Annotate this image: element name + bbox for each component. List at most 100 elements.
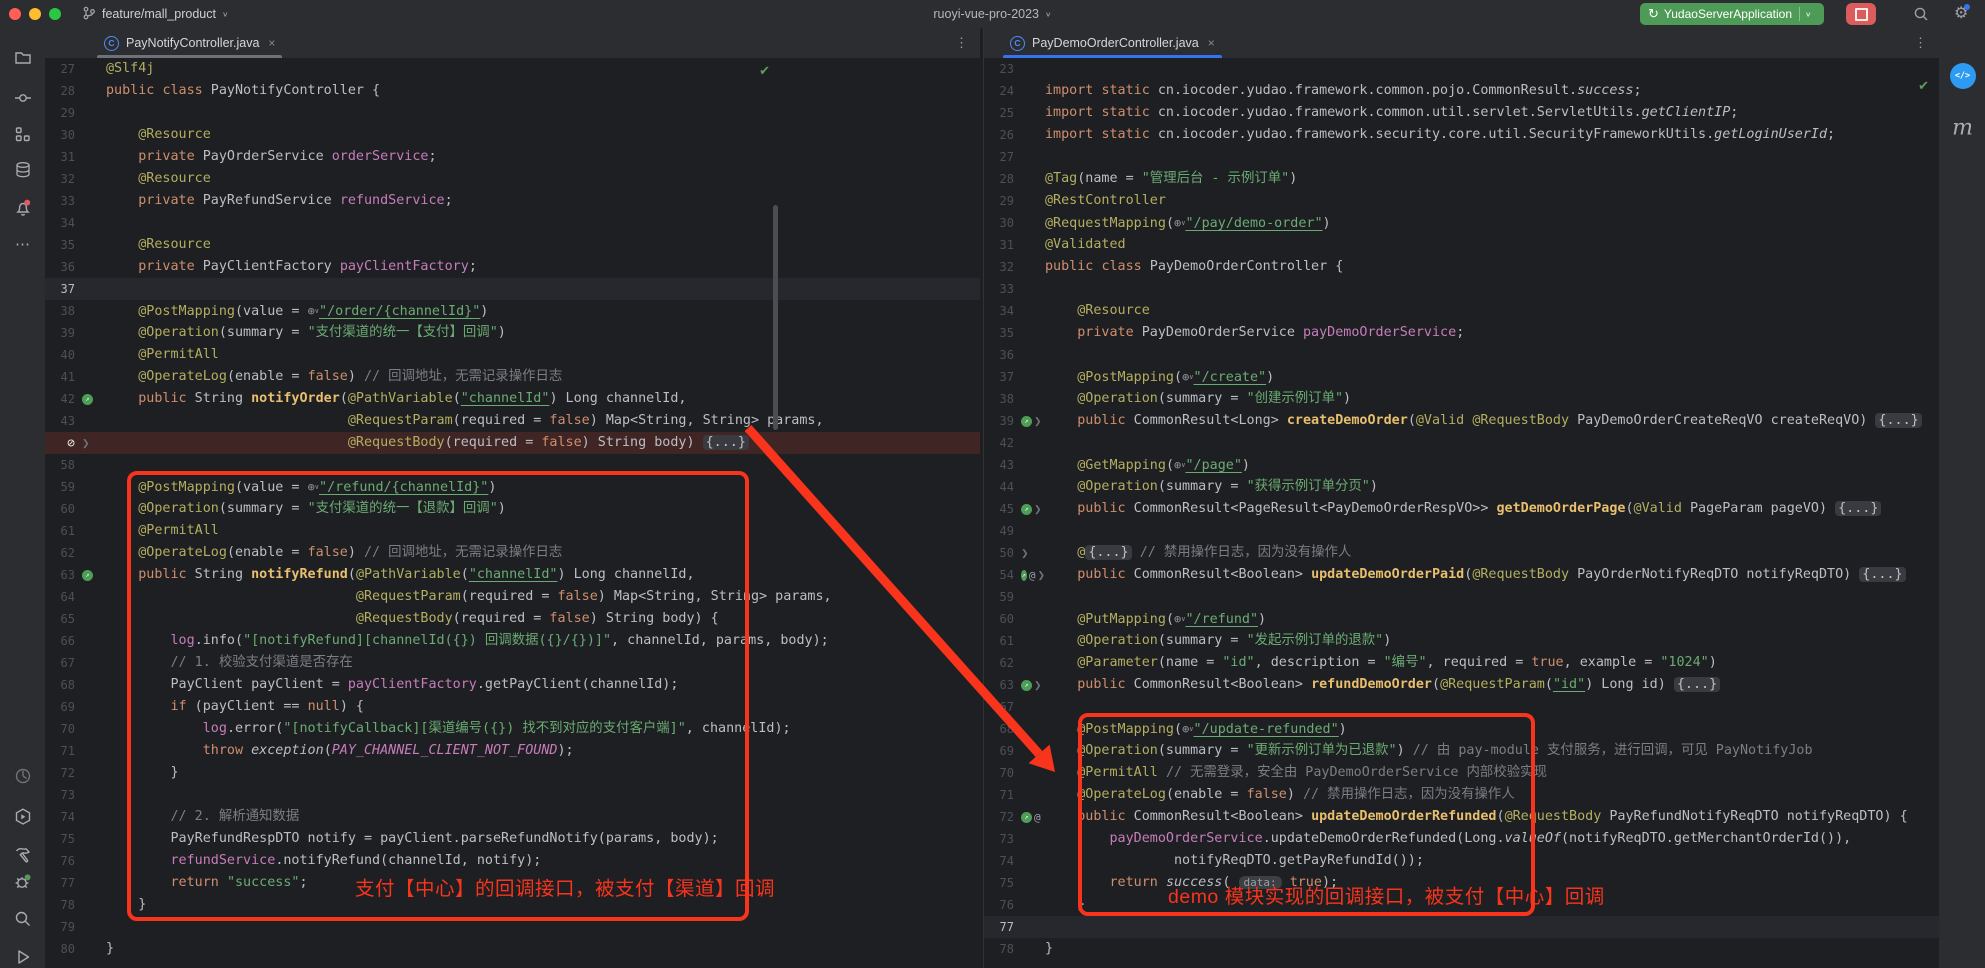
line-number[interactable]: 72 [45, 766, 75, 780]
line-number[interactable]: 74 [45, 810, 75, 824]
tab-paydemoordercontroller[interactable]: C PayDemoOrderController.java × [999, 28, 1226, 58]
line-number[interactable]: 30 [984, 216, 1014, 230]
line-number[interactable]: 63 [45, 568, 75, 582]
line-number[interactable]: 69 [984, 744, 1014, 758]
line-number[interactable]: 70 [984, 766, 1014, 780]
line-number[interactable]: 25 [984, 106, 1014, 120]
line-number[interactable]: 61 [984, 634, 1014, 648]
line-number[interactable]: 74 [984, 854, 1014, 868]
line-number[interactable]: 54 [984, 568, 1014, 582]
line-number[interactable]: 71 [984, 788, 1014, 802]
ai-chat-icon[interactable]: </> [1950, 63, 1976, 89]
line-number[interactable]: 71 [45, 744, 75, 758]
line-number[interactable]: 61 [45, 524, 75, 538]
line-number[interactable]: 68 [984, 722, 1014, 736]
line-number[interactable]: 66 [45, 634, 75, 648]
line-number[interactable]: 64 [45, 590, 75, 604]
line-number[interactable]: 59 [984, 590, 1014, 604]
scrollbar-thumb[interactable] [773, 205, 778, 430]
window-close-button[interactable] [9, 8, 21, 20]
code-editor[interactable]: 2324import static cn.iocoder.yudao.frame… [984, 58, 1939, 968]
line-number[interactable]: 35 [45, 238, 75, 252]
line-number[interactable]: 67 [45, 656, 75, 670]
debug-icon[interactable] [13, 872, 33, 892]
commit-icon[interactable] [13, 89, 32, 108]
window-minimize-button[interactable] [29, 8, 41, 20]
rerun-icon[interactable]: ↻ [1648, 6, 1659, 22]
inspections-ok-icon[interactable]: ✔ [1918, 78, 1929, 94]
line-number[interactable]: 36 [45, 260, 75, 274]
git-branch-widget[interactable]: feature/mall_product ∨ [82, 0, 229, 28]
line-number[interactable]: 43 [984, 458, 1014, 472]
stop-button[interactable] [1846, 3, 1876, 25]
line-number[interactable]: 60 [984, 612, 1014, 626]
gutter[interactable]: ↗❯ [1014, 680, 1045, 691]
line-number[interactable]: 49 [984, 524, 1014, 538]
line-number[interactable]: 73 [45, 788, 75, 802]
line-number[interactable]: 27 [984, 150, 1014, 164]
gutter[interactable]: ↗ [75, 394, 106, 405]
chevron-down-icon[interactable]: ∨ [1805, 10, 1812, 19]
gutter[interactable]: ↗❯ [1014, 416, 1045, 427]
line-number[interactable]: 77 [45, 876, 75, 890]
line-number[interactable]: 28 [45, 84, 75, 98]
line-number[interactable]: 75 [984, 876, 1014, 890]
line-number[interactable]: 73 [984, 832, 1014, 846]
line-number[interactable]: 70 [45, 722, 75, 736]
code-editor[interactable]: 27@Slf4j28public class PayNotifyControll… [45, 58, 980, 968]
line-number[interactable]: 42 [984, 436, 1014, 450]
line-number[interactable]: 40 [45, 348, 75, 362]
line-number[interactable]: 39 [45, 326, 75, 340]
line-number[interactable]: 78 [45, 898, 75, 912]
line-number[interactable]: 78 [984, 942, 1014, 956]
run-configuration-widget[interactable]: ↻ YudaoServerApplication ∨ [1640, 3, 1824, 25]
line-number[interactable]: 31 [984, 238, 1014, 252]
more-tool-windows-icon[interactable]: ⋯ [15, 235, 30, 253]
gutter[interactable]: ↗❯ [1014, 504, 1045, 515]
settings-gear-icon[interactable]: ⚙ [1954, 5, 1968, 23]
line-number[interactable]: 80 [45, 942, 75, 956]
tab-options-kebab-icon[interactable]: ⋮ [955, 35, 980, 51]
line-number[interactable]: 60 [45, 502, 75, 516]
line-number[interactable]: 29 [45, 106, 75, 120]
line-number[interactable]: 23 [984, 62, 1014, 76]
line-number[interactable]: 44 [984, 480, 1014, 494]
line-number[interactable]: 38 [45, 304, 75, 318]
line-number[interactable]: 33 [984, 282, 1014, 296]
close-icon[interactable]: × [268, 36, 275, 50]
line-number[interactable]: 29 [984, 194, 1014, 208]
line-number[interactable]: 62 [984, 656, 1014, 670]
folder-icon[interactable] [13, 49, 32, 68]
search-everywhere-icon[interactable] [1913, 6, 1929, 27]
line-number[interactable]: 36 [984, 348, 1014, 362]
search-icon[interactable] [13, 910, 32, 929]
line-number[interactable]: 58 [45, 458, 75, 472]
gutter[interactable]: ❯ [1014, 548, 1045, 559]
line-number[interactable]: 32 [45, 172, 75, 186]
gutter[interactable]: ↗@ [1014, 811, 1045, 824]
gutter[interactable]: ❯ [75, 438, 106, 449]
line-number[interactable]: 62 [45, 546, 75, 560]
maven-icon[interactable]: m [1952, 116, 1973, 141]
build-hammer-icon[interactable] [13, 846, 32, 865]
disabled-breakpoint-icon[interactable]: ⊘ [45, 436, 75, 451]
tab-options-kebab-icon[interactable]: ⋮ [1914, 35, 1939, 51]
line-number[interactable]: 26 [984, 128, 1014, 142]
line-number[interactable]: 34 [984, 304, 1014, 318]
line-number[interactable]: 37 [45, 282, 75, 296]
close-icon[interactable]: × [1208, 36, 1215, 50]
line-number[interactable]: 27 [45, 62, 75, 76]
gutter[interactable]: ↗ [75, 570, 106, 581]
line-number[interactable]: 69 [45, 700, 75, 714]
inspections-ok-icon[interactable]: ✔ [759, 63, 770, 79]
notifications-bell-icon[interactable] [13, 198, 33, 218]
line-number[interactable]: 72 [984, 810, 1014, 824]
gutter[interactable]: ↗@❯ [1014, 569, 1045, 582]
line-number[interactable]: 39 [984, 414, 1014, 428]
line-number[interactable]: 67 [984, 700, 1014, 714]
window-zoom-button[interactable] [49, 8, 61, 20]
line-number[interactable]: 76 [984, 898, 1014, 912]
line-number[interactable]: 32 [984, 260, 1014, 274]
line-number[interactable]: 42 [45, 392, 75, 406]
line-number[interactable]: 65 [45, 612, 75, 626]
